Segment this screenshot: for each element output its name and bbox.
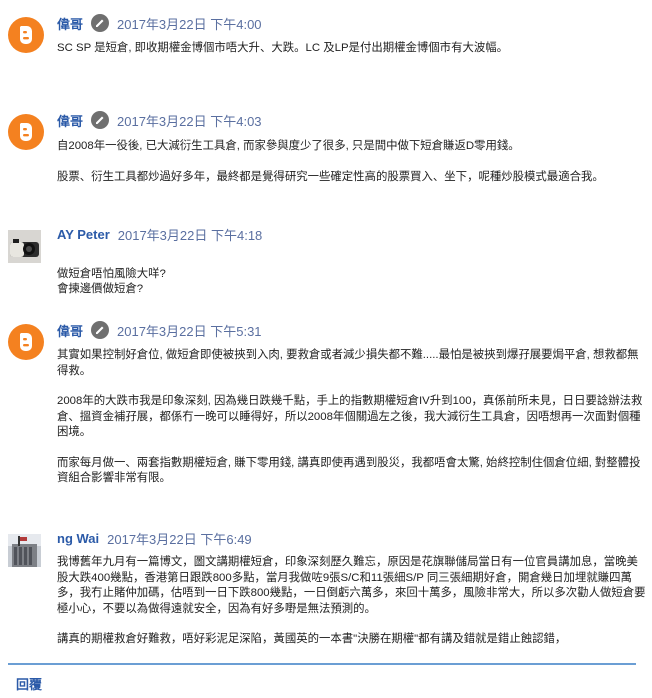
comment-paragraph: 自2008年一役後, 已大減衍生工具倉, 而家參與度少了很多, 只是間中做下短倉… bbox=[57, 140, 520, 152]
comment-date[interactable]: 2017年3月22日 下午6:49 bbox=[107, 529, 252, 548]
pencil-icon[interactable] bbox=[91, 111, 110, 129]
building-photo-icon bbox=[8, 534, 41, 567]
comment-header: 偉哥 2017年3月22日 下午4:00 bbox=[57, 13, 262, 33]
comment-author[interactable]: AY Peter bbox=[57, 227, 110, 242]
comment-author[interactable]: 偉哥 bbox=[57, 321, 83, 340]
comment-date[interactable]: 2017年3月22日 下午5:31 bbox=[117, 321, 262, 340]
comment-item: 偉哥 2017年3月22日 下午4:00 SC SP 是短倉, 即收期權金博個市… bbox=[8, 13, 644, 73]
comment-paragraph: SC SP 是短倉, 即收期權金博個市唔大升、大跌。LC 及LP是付出期權金博個… bbox=[57, 42, 509, 54]
comment-body: 做短倉唔怕風險大咩? 會揀邊價做短倉? bbox=[57, 251, 647, 313]
comment-author[interactable]: 偉哥 bbox=[57, 14, 83, 33]
blogger-icon[interactable] bbox=[8, 114, 44, 150]
comment-date[interactable]: 2017年3月22日 下午4:18 bbox=[118, 225, 263, 244]
comment-paragraph: 而家每月做一、兩套指數期權短倉, 賺下零用錢, 講真即使再遇到股災，我都唔會太驚… bbox=[57, 456, 641, 485]
comment-body: SC SP 是短倉, 即收期權金博個市唔大升、大跌。LC 及LP是付出期權金博個… bbox=[57, 41, 647, 57]
comment-header: 偉哥 2017年3月22日 下午4:03 bbox=[57, 110, 262, 130]
pencil-icon[interactable] bbox=[91, 321, 110, 339]
user-avatar[interactable] bbox=[8, 534, 41, 567]
comment-paragraph: 2008年的大跌市我是印象深刻, 因為幾日跌幾千點，手上的指數期權短倉IV升到1… bbox=[57, 395, 643, 438]
comment-author[interactable]: ng Wai bbox=[57, 531, 99, 546]
comment-body: 我博舊年九月有一篇博文，圖文講期權短倉，印象深刻歷久難忘，原因是花旗聯儲局當日有… bbox=[57, 555, 647, 648]
comment-paragraph: 做短倉唔怕風險大咩? 會揀邊價做短倉? bbox=[57, 267, 166, 296]
comments-section: 偉哥 2017年3月22日 下午4:00 SC SP 是短倉, 即收期權金博個市… bbox=[0, 0, 652, 698]
comment-date[interactable]: 2017年3月22日 下午4:03 bbox=[117, 111, 262, 130]
comment-paragraph: 我博舊年九月有一篇博文，圖文講期權短倉，印象深刻歷久難忘，原因是花旗聯儲局當日有… bbox=[57, 556, 646, 615]
comment-paragraph: 其實如果控制好倉位, 做短倉即使被挾到入肉, 要救倉或者減少損失都不難.....… bbox=[57, 349, 639, 377]
comment-paragraph: 講真的期權救倉好難救，唔好彩泥足深陷，黃國英的一本書"決勝在期權"都有講及錯就是… bbox=[57, 633, 567, 645]
blogger-icon[interactable] bbox=[8, 17, 44, 53]
comment-paragraph: 股票、衍生工具都炒過好多年，最終都是覺得研究一些確定性高的股票買入、坐下，呢種炒… bbox=[57, 170, 604, 183]
camera-icon bbox=[8, 230, 41, 263]
comment-item: AY Peter 2017年3月22日 下午4:18 做短倉唔怕風險大咩? 會揀… bbox=[8, 224, 644, 295]
comment-body: 其實如果控制好倉位, 做短倉即使被挾到入肉, 要救倉或者減少損失都不難.....… bbox=[57, 348, 647, 487]
reply-link[interactable]: 回覆 bbox=[16, 674, 42, 693]
comment-body: 自2008年一役後, 已大減衍生工具倉, 而家參與度少了很多, 只是間中做下短倉… bbox=[57, 139, 647, 185]
comment-header: AY Peter 2017年3月22日 下午4:18 bbox=[57, 224, 262, 244]
comment-header: ng Wai 2017年3月22日 下午6:49 bbox=[57, 528, 252, 548]
comment-item: 偉哥 2017年3月22日 下午5:31 其實如果控制好倉位, 做短倉即使被挾到… bbox=[8, 320, 644, 500]
user-avatar[interactable] bbox=[8, 230, 41, 263]
comment-header: 偉哥 2017年3月22日 下午5:31 bbox=[57, 320, 262, 340]
blogger-icon[interactable] bbox=[8, 324, 44, 360]
reply-divider bbox=[8, 663, 636, 665]
comment-item: 偉哥 2017年3月22日 下午4:03 自2008年一役後, 已大減衍生工具倉… bbox=[8, 110, 644, 200]
pencil-icon[interactable] bbox=[91, 14, 110, 32]
comment-date[interactable]: 2017年3月22日 下午4:00 bbox=[117, 14, 262, 33]
comment-item: ng Wai 2017年3月22日 下午6:49 我博舊年九月有一篇博文，圖文講… bbox=[8, 528, 647, 658]
comment-author[interactable]: 偉哥 bbox=[57, 111, 83, 130]
